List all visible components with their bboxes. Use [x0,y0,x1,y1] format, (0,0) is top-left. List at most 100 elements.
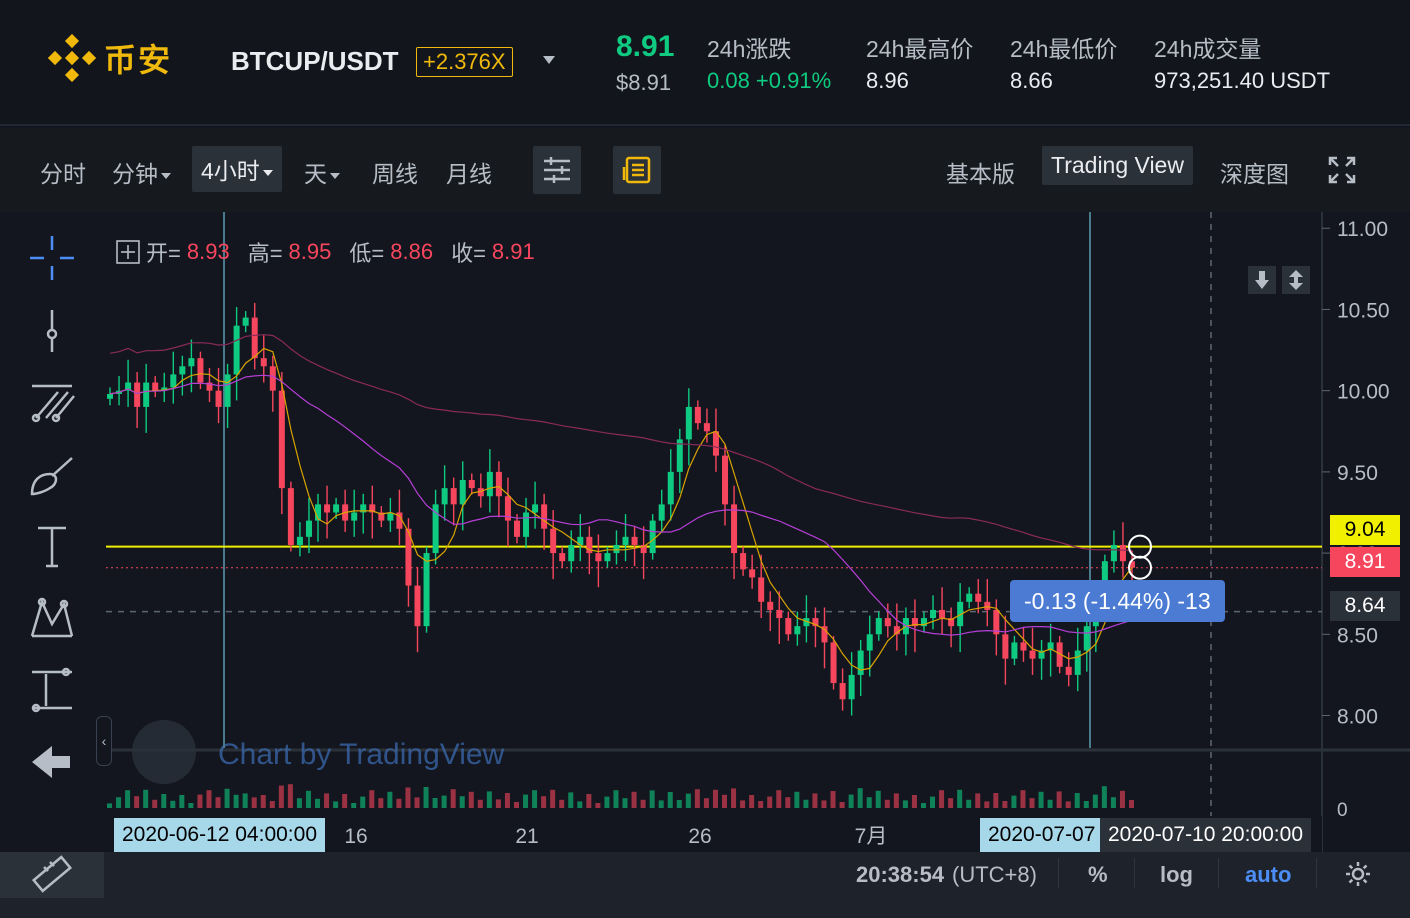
interval-timeline[interactable]: 分时 [40,155,86,189]
view-basic[interactable]: 基本版 [946,155,1015,189]
volume-bar [595,803,601,808]
candle-body [568,544,575,562]
volume-bar [513,802,519,808]
expand-square-icon[interactable] [116,240,140,264]
view-depth[interactable]: 深度图 [1220,155,1289,189]
chart-settings-button[interactable] [1344,860,1372,893]
candle-body [631,536,638,545]
chart-canvas[interactable]: 11.0010.5010.009.509.008.508.000Chart by… [104,212,1410,852]
candle-body [1020,642,1027,651]
document-list-icon [622,156,651,184]
volume-bar [1056,791,1062,808]
date-tag-range-end: 2020-07-07 [980,818,1104,852]
volume-bar [351,803,357,808]
ruler-button[interactable] [0,852,104,898]
footer-divider [1218,858,1219,888]
volume-bar [1047,799,1053,808]
candle-body [595,553,602,562]
percent-scale-toggle[interactable]: % [1088,862,1108,888]
measure-tool[interactable] [22,660,82,720]
auto-scale-toggle[interactable]: auto [1245,862,1291,888]
volume-bar [107,803,112,808]
interval-week[interactable]: 周线 [372,155,418,189]
candle-body [296,536,303,545]
volume-bar [613,790,619,808]
volume-bar [830,791,836,808]
volume-bar [532,790,538,808]
stat-volume-value: 973,251.40 USDT [1154,68,1331,93]
volume-bar [712,789,718,808]
app-window: 币安 BTCUP/USDT +2.376X 8.91 $8.91 24h涨跌 0… [0,0,1410,918]
order-book-toggle-button[interactable] [613,146,661,194]
volume-bar [116,797,122,808]
volume-bar [984,801,990,808]
indicator-settings-button[interactable] [533,146,581,194]
crosshair-tool[interactable] [22,228,82,288]
tradingview-logo-icon [132,720,196,784]
fullscreen-button[interactable] [1328,156,1356,189]
volume-bar [179,795,185,808]
binance-logo[interactable]: 币安 [48,34,172,82]
log-scale-toggle[interactable]: log [1160,862,1193,888]
candle-body [776,609,783,619]
back-button[interactable] [22,732,82,792]
last-price: 8.91 [616,30,675,63]
candle-body [305,520,312,537]
volume-bar [251,797,257,808]
pattern-tool[interactable] [22,588,82,648]
volume-bar [152,799,158,808]
stat-change-label: 24h涨跌 [707,36,792,62]
footer-divider [1316,858,1317,888]
chart-toolbar: 分时 分钟 4小时 天 周线 月线 基本版 Trading View 深度图 [0,128,1410,212]
interval-4h[interactable]: 4小时 [192,146,282,192]
interval-month[interactable]: 月线 [446,155,492,189]
date-tag-start: 2020-06-12 04:00:00 [114,818,325,852]
candle-body [758,577,765,602]
volume-bar [1029,798,1035,808]
volume-bar [939,790,945,808]
arrows-updown-icon [1289,270,1303,290]
volume-bar [134,796,140,808]
scroll-down-button[interactable] [1248,266,1276,294]
candle-body [541,504,548,529]
collapse-tools-button[interactable]: ‹ [96,716,112,766]
y-axis-tick-label: 11.00 [1337,218,1388,241]
interval-day[interactable]: 天 [304,155,340,189]
volume-bar [224,788,230,808]
candle-body [622,536,629,545]
candle-body [134,382,141,407]
volume-bar [550,789,556,808]
footer-timezone[interactable]: (UTC+8) [952,862,1037,888]
brush-tool[interactable] [22,444,82,504]
volume-bar [586,794,592,808]
candle-body [351,512,358,521]
text-tool[interactable] [22,516,82,576]
volume-bar [1038,791,1044,808]
arrow-left-icon [32,746,70,778]
volume-bar [405,787,411,808]
trading-pair[interactable]: BTCUP/USDT [231,46,399,77]
candle-body [468,480,475,489]
candle-body [432,504,439,554]
volume-bar [857,788,863,808]
view-tradingview[interactable]: Trading View [1042,146,1193,185]
chart-footer: 20:38:54 (UTC+8) % log auto [0,852,1410,918]
interval-minute[interactable]: 分钟 [112,155,171,189]
candlestick-chart[interactable]: 11.0010.5010.009.509.008.508.000Chart by… [96,212,1410,852]
parallel-lines-icon [31,384,75,423]
volume-bar [396,798,402,808]
volume-bar [477,799,483,808]
legend-low: 8.86 [390,239,434,264]
fibonacci-tool[interactable] [22,372,82,432]
scale-button[interactable] [1282,266,1310,294]
price-tag-cursor: 8.64 [1330,591,1400,621]
legend-close: 8.91 [491,239,535,264]
x-axis-tick-label: 26 [688,825,711,848]
pair-dropdown-icon[interactable] [543,56,555,64]
measure-tooltip: -0.13 (-1.44%) -13 [1010,580,1225,622]
stat-low-label: 24h最低价 [1010,36,1118,62]
trend-line-tool[interactable] [22,300,82,360]
volume-bar [622,798,628,808]
leverage-badge: +2.376X [416,47,513,77]
y-axis-tick-label: 10.50 [1337,299,1390,322]
